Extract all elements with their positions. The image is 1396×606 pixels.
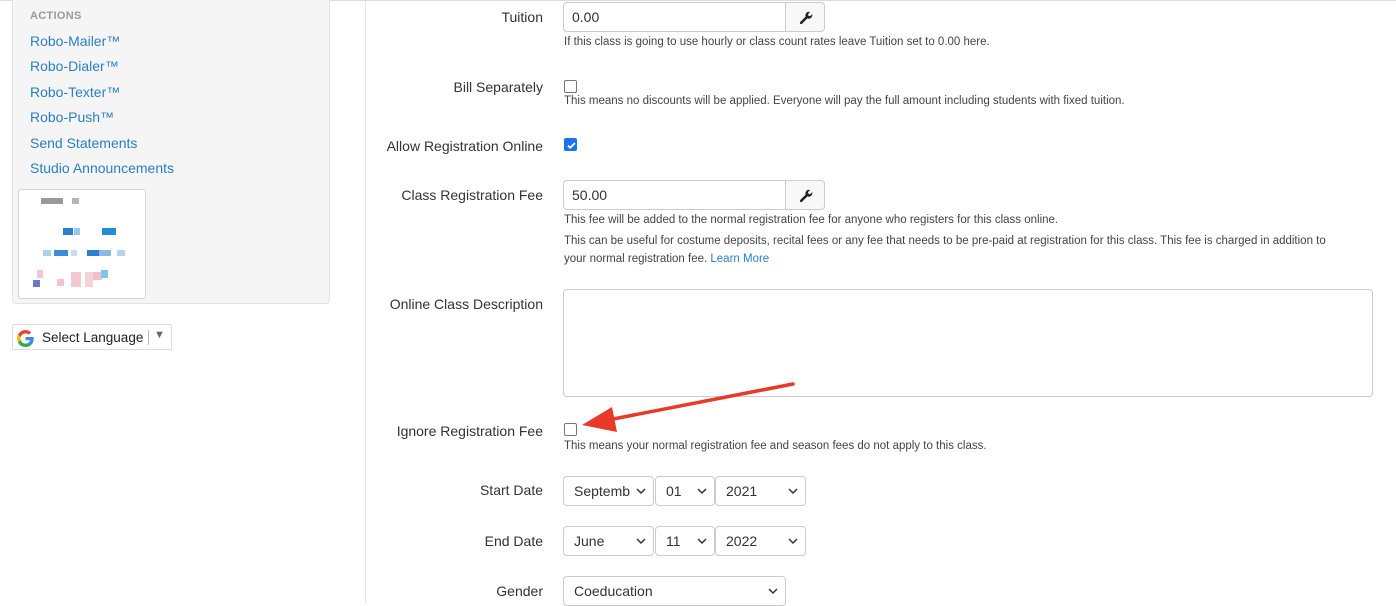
checkmark-icon [567, 142, 576, 150]
end-day-select[interactable]: 11 [655, 526, 715, 556]
gender-label: Gender [496, 583, 543, 599]
ignore-registration-fee-checkbox[interactable] [564, 423, 577, 436]
start-month-select[interactable]: Septemb [563, 476, 654, 506]
start-month-value: Septemb [574, 483, 631, 499]
registration-fee-help-line-1: This fee will be added to the normal reg… [564, 214, 1059, 226]
allow-registration-online-label: Allow Registration Online [386, 138, 543, 154]
robo-dialer-link[interactable]: Robo-Dialer™ [30, 58, 119, 74]
column-divider [365, 0, 366, 602]
end-month-select[interactable]: June [563, 526, 654, 556]
language-divider [148, 330, 149, 345]
start-day-value: 01 [666, 483, 682, 499]
registration-fee-settings-button[interactable] [785, 180, 825, 210]
online-class-description-label: Online Class Description [389, 296, 543, 312]
ignore-registration-fee-help-text: This means your normal registration fee … [564, 440, 987, 452]
chevron-down-icon [636, 488, 646, 495]
chevron-down-icon [697, 488, 707, 495]
online-class-description-textarea[interactable] [563, 289, 1373, 397]
chevron-down-icon [697, 538, 707, 545]
end-date-label: End Date [484, 533, 543, 549]
allow-registration-online-checkbox[interactable] [564, 138, 577, 151]
dropdown-arrow-icon: ▼ [154, 329, 165, 341]
robo-texter-link[interactable]: Robo-Texter™ [30, 84, 120, 100]
gender-value: Coeducation [574, 583, 653, 599]
chevron-down-icon [788, 488, 798, 495]
registration-fee-help-line-3: your normal registration fee. Learn More [564, 249, 769, 269]
registration-fee-help-line-3-text: your normal registration fee. [564, 253, 708, 265]
end-year-select[interactable]: 2022 [715, 526, 806, 556]
google-translate-widget[interactable]: Select Language ▼ [12, 324, 172, 350]
qr-code-image [18, 189, 146, 299]
select-language-label: Select Language [42, 330, 144, 345]
google-g-icon [17, 330, 34, 347]
start-date-label: Start Date [479, 482, 543, 498]
end-day-value: 11 [666, 533, 681, 549]
learn-more-link[interactable]: Learn More [710, 253, 769, 265]
studio-announcements-link[interactable]: Studio Announcements [30, 160, 174, 176]
chevron-down-icon [788, 538, 798, 545]
tuition-label: Tuition [501, 9, 543, 25]
class-registration-fee-label: Class Registration Fee [401, 187, 543, 203]
ignore-registration-fee-label: Ignore Registration Fee [396, 423, 543, 439]
actions-panel: ACTIONS Robo-Mailer™ Robo-Dialer™ Robo-T… [12, 0, 330, 304]
chevron-down-icon [636, 538, 646, 545]
chevron-down-icon [768, 588, 778, 595]
class-registration-fee-input[interactable]: 50.00 [563, 180, 786, 210]
actions-heading: ACTIONS [30, 10, 82, 22]
bill-separately-label: Bill Separately [453, 79, 544, 95]
send-statements-link[interactable]: Send Statements [30, 135, 137, 151]
start-year-select[interactable]: 2021 [715, 476, 806, 506]
tuition-help-text: If this class is going to use hourly or … [564, 36, 990, 48]
tuition-input[interactable]: 0.00 [563, 2, 786, 32]
robo-mailer-link[interactable]: Robo-Mailer™ [30, 33, 120, 49]
bill-separately-help-text: This means no discounts will be applied.… [564, 95, 1125, 107]
registration-fee-help-line-2: This can be useful for costume deposits,… [564, 235, 1326, 247]
wrench-icon [799, 11, 813, 25]
start-year-value: 2021 [726, 483, 758, 499]
tuition-settings-button[interactable] [785, 2, 825, 32]
start-day-select[interactable]: 01 [655, 476, 715, 506]
wrench-icon [799, 189, 813, 203]
end-year-value: 2022 [726, 533, 758, 549]
end-month-value: June [574, 533, 605, 549]
robo-push-link[interactable]: Robo-Push™ [30, 109, 114, 125]
